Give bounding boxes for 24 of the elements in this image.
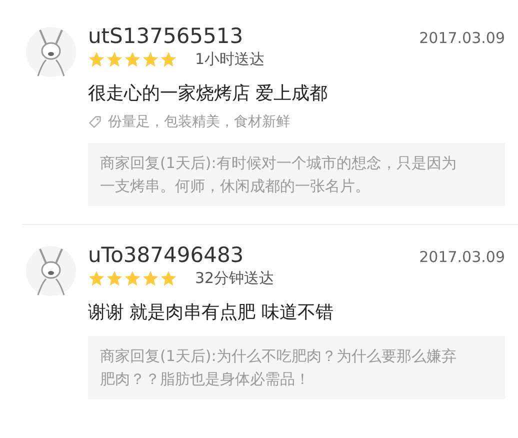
star-icon	[142, 270, 159, 287]
star-icon	[160, 51, 177, 68]
star-icon	[160, 270, 177, 287]
delivery-time: 1小时送达	[195, 50, 265, 69]
merchant-reply: 商家回复(1天后):有时候对一个城市的想念，只是因为一支烤串。何师，休闲成都的一张名片。	[88, 143, 505, 206]
review-tags: 份量足，包装精美，食材新鲜	[108, 113, 290, 131]
avatar-icon	[26, 24, 76, 80]
review-date: 2017.03.09	[419, 248, 505, 266]
star-icon	[142, 51, 159, 68]
star-icon	[124, 270, 141, 287]
tag-icon	[88, 115, 102, 129]
star-icon	[106, 270, 123, 287]
username: uTo387496483	[88, 243, 244, 267]
review-text: 很走心的一家烧烤店 爱上成都	[88, 82, 329, 105]
delivery-time: 32分钟送达	[195, 269, 274, 288]
star-icon	[106, 51, 123, 68]
avatar-icon	[26, 243, 76, 299]
username: utS137565513	[88, 24, 244, 48]
review-date: 2017.03.09	[419, 29, 505, 47]
merchant-reply: 商家回复(1天后):为什么不吃肥肉？为什么要那么嫌弃肥肉？？脂肪也是身体必需品！	[88, 336, 505, 399]
review-text: 谢谢 就是肉串有点肥 味道不错	[88, 301, 334, 324]
star-icon	[88, 51, 105, 68]
star-icon	[88, 270, 105, 287]
star-icon	[124, 51, 141, 68]
